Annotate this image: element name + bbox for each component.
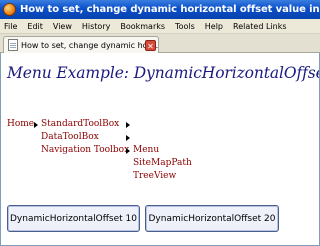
submenu-arrow-icon [126,148,130,154]
menu-item-home[interactable]: Home [7,119,34,130]
page-icon [8,39,18,51]
firefox-icon [3,3,16,16]
menu-item-navigation-toolbox[interactable]: Navigation Toolbox [41,145,129,156]
menu-item-menu[interactable]: Menu [133,145,159,156]
offset-10-button[interactable]: DynamicHorizontalOffset 10 [7,205,140,232]
menu-related-links[interactable]: Related Links [228,22,291,31]
close-tab-icon[interactable]: ✕ [145,40,156,51]
menu-history[interactable]: History [77,22,115,31]
menu-item-datatoolbox[interactable]: DataToolBox [41,132,99,143]
menu-view[interactable]: View [48,22,77,31]
menu-item-treeview[interactable]: TreeView [133,171,176,182]
offset-20-button[interactable]: DynamicHorizontalOffset 20 [145,205,279,232]
page-heading: Menu Example: DynamicHorizontalOffset [7,64,320,82]
tab-bar: How to set, change dynamic hori... ✕ [0,34,320,53]
tab-title: How to set, change dynamic hori... [21,40,159,50]
menu-item-standardtoolbox[interactable]: StandardToolBox [41,119,119,130]
menu-file[interactable]: File [0,22,22,31]
menu-edit[interactable]: Edit [22,22,48,31]
window-border-left [0,53,1,246]
window-title: How to set, change dynamic horizontal of… [20,4,320,15]
menu-help[interactable]: Help [200,22,228,31]
browser-tab[interactable]: How to set, change dynamic hori... ✕ [3,36,159,53]
menu-item-sitemappath[interactable]: SiteMapPath [133,158,192,169]
submenu-arrow-icon [126,135,130,141]
submenu-arrow-icon [34,122,38,128]
submenu-arrow-icon [126,122,130,128]
menu-bookmarks[interactable]: Bookmarks [115,22,170,31]
window-title-bar: How to set, change dynamic horizontal of… [0,0,320,19]
browser-menu-bar: File Edit View History Bookmarks Tools H… [0,19,320,34]
menu-tools[interactable]: Tools [170,22,200,31]
